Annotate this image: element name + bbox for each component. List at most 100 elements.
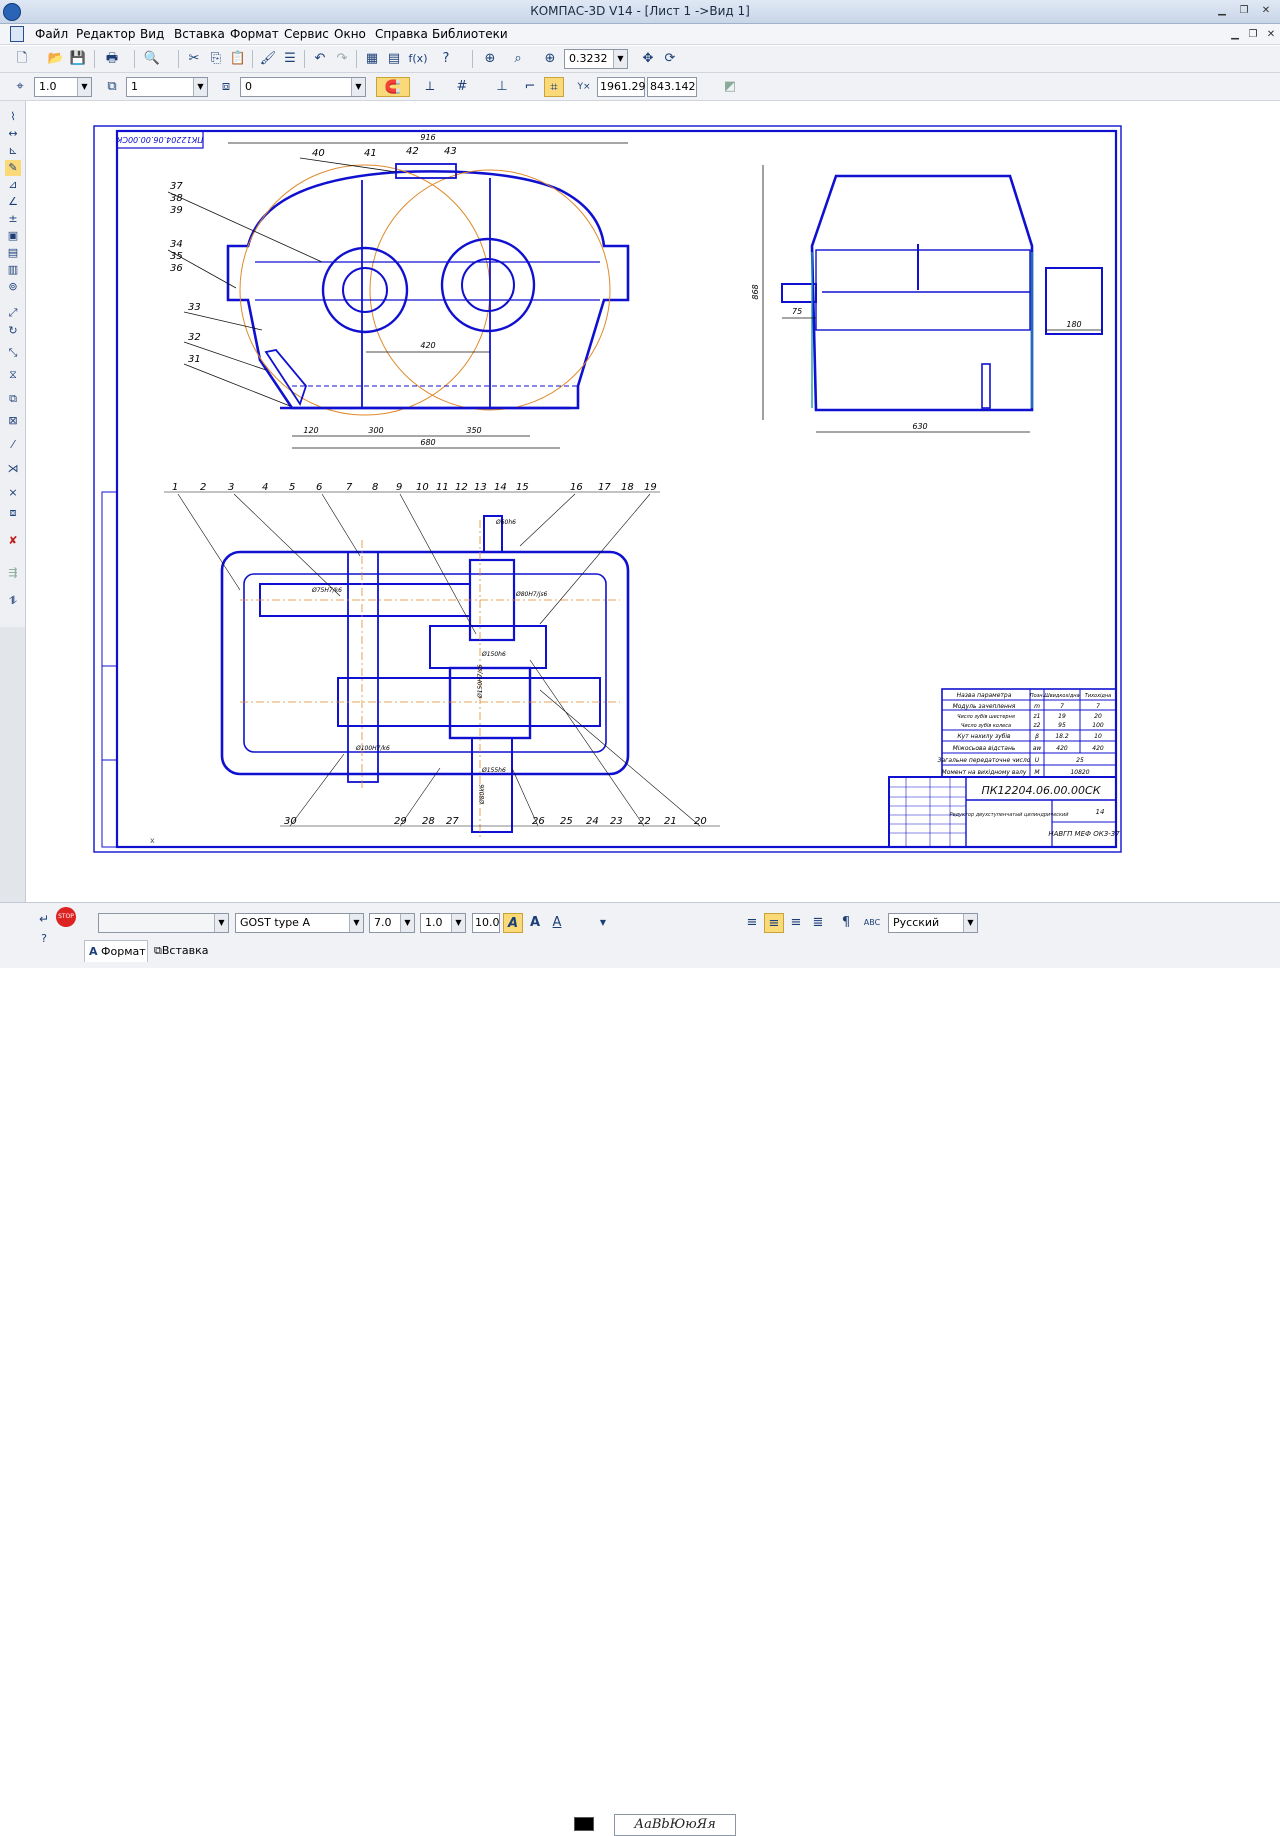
delete-icon[interactable]: ✘ <box>5 533 21 549</box>
editing-icon[interactable]: ✎ <box>5 160 21 176</box>
layer-state-icon[interactable]: ⧈ <box>216 77 236 97</box>
cursor-step-icon[interactable]: ⌖ <box>10 77 30 97</box>
properties-icon[interactable]: ☰ <box>280 49 300 69</box>
library-icon[interactable]: ▤ <box>384 49 404 69</box>
width-combo[interactable]: 1.0 ▼ <box>420 913 466 933</box>
style-combo[interactable]: ▼ <box>98 913 229 933</box>
deform-icon[interactable]: ⊠ <box>5 413 21 429</box>
spellcheck-icon[interactable]: ABC <box>862 913 882 933</box>
tab-format[interactable]: A Формат <box>84 940 148 962</box>
new-document-icon[interactable]: 🗋 <box>12 49 32 69</box>
split-icon[interactable]: ⨯ <box>5 485 21 501</box>
variables-button[interactable]: f(x) <box>406 49 430 69</box>
chevron-down-icon[interactable]: ▼ <box>214 914 228 932</box>
manager-icon[interactable]: ▦ <box>362 49 382 69</box>
symmetry-icon[interactable]: ⧖ <box>5 367 21 383</box>
preview-icon[interactable]: 🔍 <box>142 49 162 69</box>
font-combo[interactable]: GOST type A ▼ <box>235 913 364 933</box>
layer-combo[interactable]: 0 ▼ <box>240 77 366 97</box>
redo-icon[interactable]: ↷ <box>332 49 352 69</box>
insert-icon[interactable]: ⊚ <box>5 279 21 295</box>
bold-button[interactable]: A <box>525 913 545 933</box>
align-center-icon[interactable]: ≡ <box>764 913 784 933</box>
save-icon[interactable]: 💾 <box>68 49 88 69</box>
align-right-icon[interactable]: ≡ <box>786 913 806 933</box>
help-icon[interactable]: ? <box>34 929 54 949</box>
undo-icon[interactable]: ↶ <box>310 49 330 69</box>
chevron-down-icon[interactable]: ▼ <box>963 914 977 932</box>
zoom-combo[interactable]: 0.3232 ▼ <box>564 49 628 69</box>
print-icon[interactable]: 🖶 <box>102 49 122 69</box>
zoom-previous-icon[interactable]: ⌕ <box>508 49 528 69</box>
drawing-canvas[interactable]: ПК12204.06.00.00СК 916 420 120 300 350 6… <box>26 101 1280 902</box>
chevron-down-icon[interactable]: ▼ <box>77 78 91 96</box>
snap-magnet-icon[interactable]: 🧲 <box>376 77 410 97</box>
rotate-icon[interactable]: ↻ <box>5 323 21 339</box>
view-state-icon[interactable]: ⧉ <box>102 77 122 97</box>
align-left-icon[interactable]: ≡ <box>742 913 762 933</box>
convert-icon[interactable]: ⥮ <box>5 593 21 609</box>
select-icon[interactable]: ± <box>5 211 21 227</box>
geometry-icon[interactable]: ⌇ <box>5 109 21 125</box>
stop-icon[interactable]: STOP <box>56 907 76 927</box>
chevron-down-icon[interactable]: ▼ <box>613 50 627 68</box>
close-icon[interactable]: ✕ <box>1258 4 1274 18</box>
help-pointer-icon[interactable]: ? <box>436 49 456 69</box>
italic-button[interactable]: A <box>503 913 523 933</box>
pan-icon[interactable]: ✥ <box>638 49 658 69</box>
measure-icon[interactable]: ∠ <box>5 194 21 210</box>
join-icon[interactable]: ⧈ <box>5 505 21 521</box>
view-combo[interactable]: 1 ▼ <box>126 77 208 97</box>
copy-icon[interactable]: ⎘ <box>206 49 226 69</box>
chevron-down-icon[interactable]: ▼ <box>596 913 610 933</box>
height-combo[interactable]: 7.0 ▼ <box>369 913 415 933</box>
parametrization-icon[interactable]: ⊿ <box>5 177 21 193</box>
doc-restore-icon[interactable]: ❐ <box>1246 28 1260 41</box>
copy-objects-icon[interactable]: ⧉ <box>5 391 21 407</box>
scale-icon[interactable]: ⤡ <box>5 345 21 361</box>
tab-insert[interactable]: ⧉Вставка <box>150 940 220 962</box>
restore-icon[interactable]: ❐ <box>1236 4 1252 18</box>
chevron-down-icon[interactable]: ▼ <box>400 914 414 932</box>
break-icon[interactable]: ⋊ <box>5 461 21 477</box>
explode-icon[interactable]: ⇶ <box>5 565 21 581</box>
doc-close-icon[interactable]: ✕ <box>1264 28 1278 41</box>
spec-icon[interactable]: ▤ <box>5 245 21 261</box>
associative-views-icon[interactable]: ▣ <box>5 228 21 244</box>
chevron-down-icon[interactable]: ▼ <box>451 914 465 932</box>
menu-help[interactable]: Справка <box>375 27 428 41</box>
round-snap-icon[interactable]: ⌗ <box>544 77 564 97</box>
grid-icon[interactable]: # <box>452 77 472 97</box>
menu-window[interactable]: Окно <box>334 27 366 41</box>
trim-icon[interactable]: ⁄ <box>5 437 21 453</box>
document-icon[interactable] <box>10 26 24 42</box>
text-color-swatch[interactable] <box>574 1817 594 1831</box>
doc-minimize-icon[interactable]: ▁ <box>1228 28 1242 41</box>
parametric-icon[interactable]: ◩ <box>720 77 740 97</box>
zoom-in-icon[interactable]: ⊕ <box>540 49 560 69</box>
menu-edit[interactable]: Редактор <box>76 27 135 41</box>
align-justify-icon[interactable]: ≣ <box>808 913 828 933</box>
chevron-down-icon[interactable]: ▼ <box>349 914 363 932</box>
underline-button[interactable]: A <box>547 913 567 933</box>
dimensions-icon[interactable]: ↔ <box>5 126 21 142</box>
symbols-icon[interactable]: ⊾ <box>5 143 21 159</box>
paragraph-icon[interactable]: ¶ <box>836 913 856 933</box>
language-combo[interactable]: Русский ▼ <box>888 913 978 933</box>
coord-x-field[interactable]: 1961.29 <box>597 77 646 97</box>
orthogonal-icon[interactable]: ⟂ <box>420 77 440 97</box>
cut-icon[interactable]: ✂ <box>184 49 204 69</box>
move-icon[interactable]: ⤢ <box>5 305 21 321</box>
coord-y-field[interactable]: 843.142 <box>647 77 697 97</box>
reports-icon[interactable]: ▥ <box>5 262 21 278</box>
paste-icon[interactable]: 📋 <box>228 49 248 69</box>
menu-file[interactable]: Файл <box>35 27 68 41</box>
step-field[interactable]: 10.0 <box>472 913 500 933</box>
zoom-window-icon[interactable]: ⊕ <box>480 49 500 69</box>
open-icon[interactable]: 📂 <box>46 49 66 69</box>
format-brush-icon[interactable]: 🖌 <box>258 49 278 69</box>
chevron-down-icon[interactable]: ▼ <box>351 78 365 96</box>
ortho-mode-icon[interactable]: ⌐ <box>520 77 540 97</box>
menu-format[interactable]: Формат <box>230 27 279 41</box>
menu-libraries[interactable]: Библиотеки <box>432 27 508 41</box>
